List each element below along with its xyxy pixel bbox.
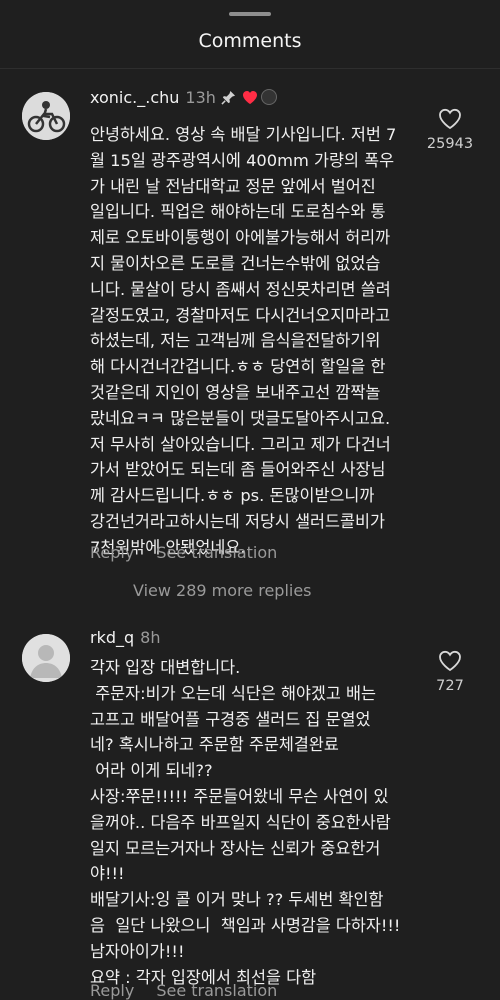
creator-avatar-icon — [260, 89, 277, 105]
drag-handle[interactable] — [229, 12, 271, 16]
comment-text: 각자 입장 대변합니다. 주문자:비가 오는데 식단은 해야겠고 배는 고프고 … — [90, 658, 401, 987]
sheet-title: Comments — [198, 30, 302, 52]
avatar[interactable] — [22, 92, 70, 140]
comment-actions: Reply See translation — [90, 981, 277, 1000]
creator-liked-heart-icon — [242, 90, 258, 109]
see-translation-button[interactable]: See translation — [156, 543, 277, 562]
comment-time: 8h — [140, 628, 161, 647]
comment-header: xonic._.chu 13h — [90, 88, 277, 109]
view-more-replies-button[interactable]: View 289 more replies — [133, 581, 312, 600]
see-translation-button[interactable]: See translation — [156, 981, 277, 1000]
header-divider — [0, 68, 500, 69]
like-button[interactable]: 727 — [420, 650, 480, 694]
reply-button[interactable]: Reply — [90, 981, 134, 1000]
avatar[interactable] — [22, 634, 70, 682]
default-avatar-icon — [22, 634, 70, 682]
username[interactable]: rkd_q — [90, 628, 134, 647]
comment-time: 13h — [185, 88, 216, 107]
comment-actions: Reply See translation — [90, 543, 277, 562]
like-button[interactable]: 25943 — [420, 108, 480, 152]
like-count: 25943 — [426, 136, 474, 152]
heart-outline-icon — [439, 650, 461, 672]
motorcycle-avatar-image — [22, 92, 70, 140]
username[interactable]: xonic._.chu — [90, 88, 179, 107]
reply-button[interactable]: Reply — [90, 543, 134, 562]
like-count: 727 — [436, 678, 464, 694]
comment-header: rkd_q 8h — [90, 628, 160, 647]
heart-outline-icon — [439, 108, 461, 130]
pin-icon — [221, 90, 236, 109]
comment-text: 안녕하세요. 영상 속 배달 기사입니다. 저번 7 월 15일 광주광역시에 … — [90, 125, 397, 557]
